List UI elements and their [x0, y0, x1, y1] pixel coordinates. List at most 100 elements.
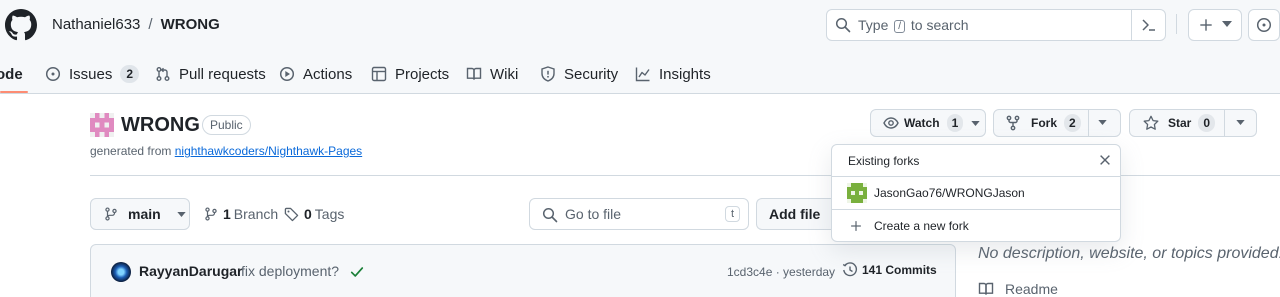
create-new-fork-item[interactable]: Create a new fork	[850, 219, 969, 233]
branches-link[interactable]: 1 Branch	[204, 206, 278, 222]
tab-security-label: Security	[564, 65, 619, 83]
tab-wiki-label: Wiki	[490, 65, 519, 83]
tags-link[interactable]: 0 Tags	[284, 206, 344, 222]
issue-opened-icon	[1256, 17, 1272, 33]
popover-divider	[832, 176, 1120, 177]
global-search-input[interactable]: Type / to search	[826, 9, 1166, 41]
issues-circle-button[interactable]	[1248, 9, 1280, 41]
issues-count-badge: 2	[120, 65, 140, 83]
readme-link[interactable]: Readme	[978, 281, 1058, 297]
star-label: Star	[1168, 116, 1192, 130]
git-branch-icon	[205, 207, 217, 221]
go-to-file-placeholder: Go to file	[565, 206, 622, 222]
commit-author-link[interactable]: RayyanDarugar	[139, 263, 243, 280]
tab-insights-label: Insights	[659, 65, 711, 83]
search-placeholder-prefix: Type	[858, 17, 889, 33]
author-avatar[interactable]	[111, 262, 131, 282]
star-count: 0	[1198, 114, 1216, 132]
tab-actions[interactable]: Actions	[279, 54, 352, 94]
git-branch-icon	[105, 207, 117, 221]
visibility-badge: Public	[202, 115, 251, 135]
popover-heading: Existing forks	[848, 154, 920, 168]
global-header: Nathaniel633/WRONG Type / to search ode …	[0, 0, 1280, 94]
generated-from-prefix: generated from	[90, 144, 172, 158]
caret-down-icon	[177, 211, 186, 217]
commit-hash-time[interactable]: 1cd3c4e · yesterday	[727, 265, 835, 279]
tab-wiki[interactable]: Wiki	[466, 54, 518, 94]
branch-count: 1	[223, 206, 231, 222]
tab-actions-label: Actions	[303, 65, 353, 83]
fork-count: 2	[1064, 114, 1081, 132]
issue-opened-icon	[45, 66, 61, 82]
watch-count: 1	[946, 114, 964, 132]
tab-security[interactable]: Security	[540, 54, 618, 94]
caret-down-icon	[1222, 21, 1232, 27]
star-button[interactable]: Star 0	[1129, 109, 1257, 137]
existing-fork-item[interactable]: JasonGao76/WRONGJason	[847, 183, 1025, 203]
tab-projects[interactable]: Projects	[371, 54, 449, 94]
search-placeholder: Type / to search	[858, 17, 969, 34]
branch-selector-button[interactable]: main	[90, 198, 190, 230]
generated-from-text: generated from nighthawkcoders/Nighthawk…	[90, 144, 362, 158]
star-button-divider	[1224, 110, 1225, 136]
about-description: No description, website, or topics provi…	[978, 245, 1280, 262]
search-shortcut-key: /	[894, 20, 906, 33]
add-file-button[interactable]: Add file	[756, 198, 836, 230]
table-icon	[371, 66, 387, 82]
tag-count: 0	[304, 206, 312, 222]
caret-down-icon	[971, 120, 980, 126]
plus-icon	[851, 221, 861, 231]
repo-forked-icon	[1006, 115, 1020, 131]
breadcrumb-owner-link[interactable]: Nathaniel633	[52, 16, 140, 33]
tag-label: Tags	[314, 206, 345, 222]
tab-code-label: ode	[0, 65, 23, 83]
shield-icon	[541, 66, 555, 82]
template-repo-link[interactable]: nighthawkcoders/Nighthawk-Pages	[175, 144, 362, 158]
search-icon	[542, 207, 558, 223]
tab-pull-requests-label: Pull requests	[179, 65, 266, 83]
tab-issues[interactable]: Issues 2	[45, 54, 140, 94]
play-icon	[279, 66, 295, 82]
book-icon	[978, 282, 994, 295]
fork-label: Fork	[1031, 116, 1058, 130]
tab-pull-requests[interactable]: Pull requests	[155, 54, 266, 94]
create-fork-label: Create a new fork	[874, 219, 969, 233]
fork-owner-avatar	[847, 183, 867, 203]
tab-issues-label: Issues	[69, 65, 113, 83]
breadcrumb-separator: /	[148, 16, 153, 33]
repo-name[interactable]: WRONG	[121, 113, 200, 137]
git-pull-request-icon	[156, 67, 170, 81]
caret-down-icon[interactable]	[1236, 120, 1245, 125]
tag-icon	[284, 207, 299, 221]
caret-down-icon[interactable]	[1098, 120, 1107, 125]
fork-button[interactable]: Fork 2	[993, 109, 1121, 137]
fork-button-divider	[1088, 110, 1089, 136]
commit-history-link[interactable]: 141 Commits	[842, 262, 937, 278]
book-icon	[466, 67, 482, 80]
watch-button[interactable]: Watch 1	[870, 109, 986, 137]
repo-owner-avatar[interactable]	[90, 113, 114, 137]
close-icon[interactable]	[1098, 153, 1112, 167]
eye-icon	[883, 117, 899, 129]
active-tab-underline	[0, 91, 28, 93]
command-palette-button[interactable]	[1131, 10, 1165, 40]
fork-name: JasonGao76/WRONGJason	[874, 186, 1025, 200]
existing-forks-popover: Existing forks JasonGao76/WRONGJason Cre…	[831, 144, 1121, 242]
tab-projects-label: Projects	[395, 65, 450, 83]
star-icon	[1143, 115, 1159, 130]
search-icon	[835, 17, 851, 33]
tab-insights[interactable]: Insights	[635, 54, 711, 94]
github-logo-icon[interactable]	[5, 9, 37, 41]
go-to-file-shortcut: t	[724, 206, 740, 222]
commit-message-link[interactable]: fix deployment?	[241, 263, 339, 280]
watch-label: Watch	[904, 116, 940, 130]
tab-code[interactable]: ode	[0, 54, 23, 94]
breadcrumb-repo-link[interactable]: WRONG	[161, 16, 220, 33]
check-icon[interactable]	[350, 265, 364, 279]
go-to-file-input[interactable]: Go to file t	[529, 198, 749, 230]
header-divider	[1176, 14, 1177, 34]
graph-icon	[635, 67, 650, 82]
history-icon	[842, 262, 858, 277]
create-new-button[interactable]	[1188, 9, 1242, 41]
branch-label: Branch	[233, 206, 279, 222]
